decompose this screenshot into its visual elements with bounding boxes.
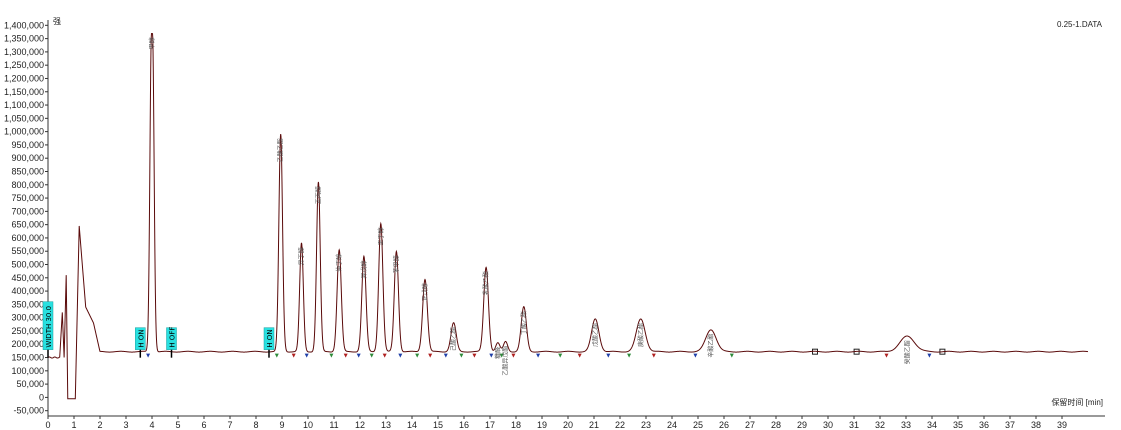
peak-label: 癸酸乙酯 (903, 340, 911, 364)
x-tick-label: 3 (123, 420, 128, 430)
y-tick-label: 1,050,000 (4, 113, 44, 123)
peak-label: 庚酸乙酯 (637, 323, 645, 347)
x-tick-label: 20 (563, 420, 573, 430)
peak-label: 仲丁醇 (335, 254, 343, 272)
peak-label: 乙酸异戊酯 (502, 346, 510, 376)
y-tick-label: 950,000 (11, 140, 44, 150)
x-tick-label: 29 (797, 420, 807, 430)
peak-label: 苯甲醇 (392, 255, 400, 273)
x-tick-label: 34 (927, 420, 937, 430)
y-tick-label: 850,000 (11, 166, 44, 176)
y-tick-label: 800,000 (11, 180, 44, 190)
chart-background (0, 0, 1121, 430)
file-name-label: 0.25-1.DATA (1057, 20, 1103, 29)
y-tick-label: 1,350,000 (4, 34, 44, 44)
x-tick-label: 22 (615, 420, 625, 430)
y-tick-label: 100,000 (11, 366, 44, 376)
peak-label: 乙酸乙酯 (277, 138, 285, 162)
x-tick-label: 23 (641, 420, 651, 430)
y-axis-unit-label: 强 (53, 17, 61, 26)
x-tick-label: 37 (1005, 420, 1015, 430)
y-tick-label: 550,000 (11, 246, 44, 256)
x-tick-label: 19 (537, 420, 547, 430)
y-tick-label: 1,150,000 (4, 87, 44, 97)
peak-label: 糠醛 (494, 347, 502, 359)
x-tick-label: 24 (667, 420, 677, 430)
y-tick-label: 700,000 (11, 206, 44, 216)
x-tick-label: 21 (589, 420, 599, 430)
event-marker-label: H ON (266, 329, 274, 347)
peak-label: 己酸乙酯 (450, 327, 458, 351)
y-tick-label: 650,000 (11, 220, 44, 230)
event-marker-label: WIDTH 30.0 (45, 306, 53, 348)
y-tick-label: 750,000 (11, 193, 44, 203)
x-tick-label: 30 (823, 420, 833, 430)
x-tick-label: 27 (745, 420, 755, 430)
y-tick-label: 600,000 (11, 233, 44, 243)
x-tick-label: 0 (45, 420, 50, 430)
y-tick-label: 1,400,000 (4, 20, 44, 30)
x-tick-label: 26 (719, 420, 729, 430)
peak-label: 异戊醇 (360, 261, 368, 279)
x-tick-label: 4 (149, 420, 154, 430)
x-tick-label: 15 (433, 420, 443, 430)
x-tick-label: 12 (355, 420, 365, 430)
x-tick-label: 38 (1031, 420, 1041, 430)
x-tick-label: 1 (71, 420, 76, 430)
y-tick-label: 150,000 (11, 353, 44, 363)
chromatogram-chart: -50,000050,000100,000150,000200,000250,0… (0, 0, 1121, 430)
y-tick-label: 250,000 (11, 326, 44, 336)
x-tick-label: 5 (175, 420, 180, 430)
peak-label: 甲醇 (148, 37, 156, 49)
x-tick-label: 8 (253, 420, 258, 430)
x-tick-label: 31 (849, 420, 859, 430)
x-tick-label: 11 (329, 420, 338, 430)
y-tick-label: 1,000,000 (4, 127, 44, 137)
x-tick-label: 33 (901, 420, 911, 430)
x-tick-label: 36 (979, 420, 989, 430)
x-tick-label: 6 (201, 420, 206, 430)
peak-label: 正戊醇 (421, 283, 429, 301)
x-tick-label: 9 (279, 420, 284, 430)
peak-label: 辛酸乙酯 (707, 334, 715, 358)
peak-label: 丁酸乙酯 (520, 311, 528, 335)
event-marker-label: H ON (137, 329, 145, 347)
y-tick-label: 450,000 (11, 273, 44, 283)
y-tick-label: 1,100,000 (4, 100, 44, 110)
y-tick-label: 500,000 (11, 260, 44, 270)
y-tick-label: 50,000 (16, 379, 44, 389)
x-tick-label: 28 (771, 420, 781, 430)
x-tick-label: 25 (693, 420, 703, 430)
peak-label: 正丙醇 (314, 186, 322, 204)
y-tick-label: 1,250,000 (4, 60, 44, 70)
x-tick-label: 17 (485, 420, 495, 430)
y-tick-label: 350,000 (11, 299, 44, 309)
y-tick-label: 900,000 (11, 153, 44, 163)
y-tick-label: 0 (39, 392, 44, 402)
y-tick-label: 200,000 (11, 339, 44, 349)
x-tick-label: 35 (953, 420, 963, 430)
x-tick-label: 18 (511, 420, 521, 430)
y-tick-label: 1,300,000 (4, 47, 44, 57)
event-marker-label: H OFF (169, 327, 177, 348)
peak-label: 正丁醇 (377, 227, 385, 245)
x-tick-label: 2 (97, 420, 102, 430)
x-tick-label: 32 (875, 420, 885, 430)
x-tick-label: 7 (227, 420, 232, 430)
peak-label: 乳酸乙酯 (482, 271, 490, 295)
peak-label: 戊酸乙酯 (591, 323, 599, 347)
x-tick-label: 14 (407, 420, 417, 430)
x-axis-label: 保留时间 [min] (1051, 397, 1103, 407)
y-tick-label: -50,000 (13, 406, 44, 416)
x-tick-label: 39 (1057, 420, 1067, 430)
x-tick-label: 10 (303, 420, 313, 430)
y-tick-label: 300,000 (11, 313, 44, 323)
y-tick-label: 1,200,000 (4, 73, 44, 83)
y-tick-label: 400,000 (11, 286, 44, 296)
x-tick-label: 16 (459, 420, 469, 430)
x-tick-label: 13 (381, 420, 391, 430)
peak-label: 异丁醇 (298, 247, 306, 265)
